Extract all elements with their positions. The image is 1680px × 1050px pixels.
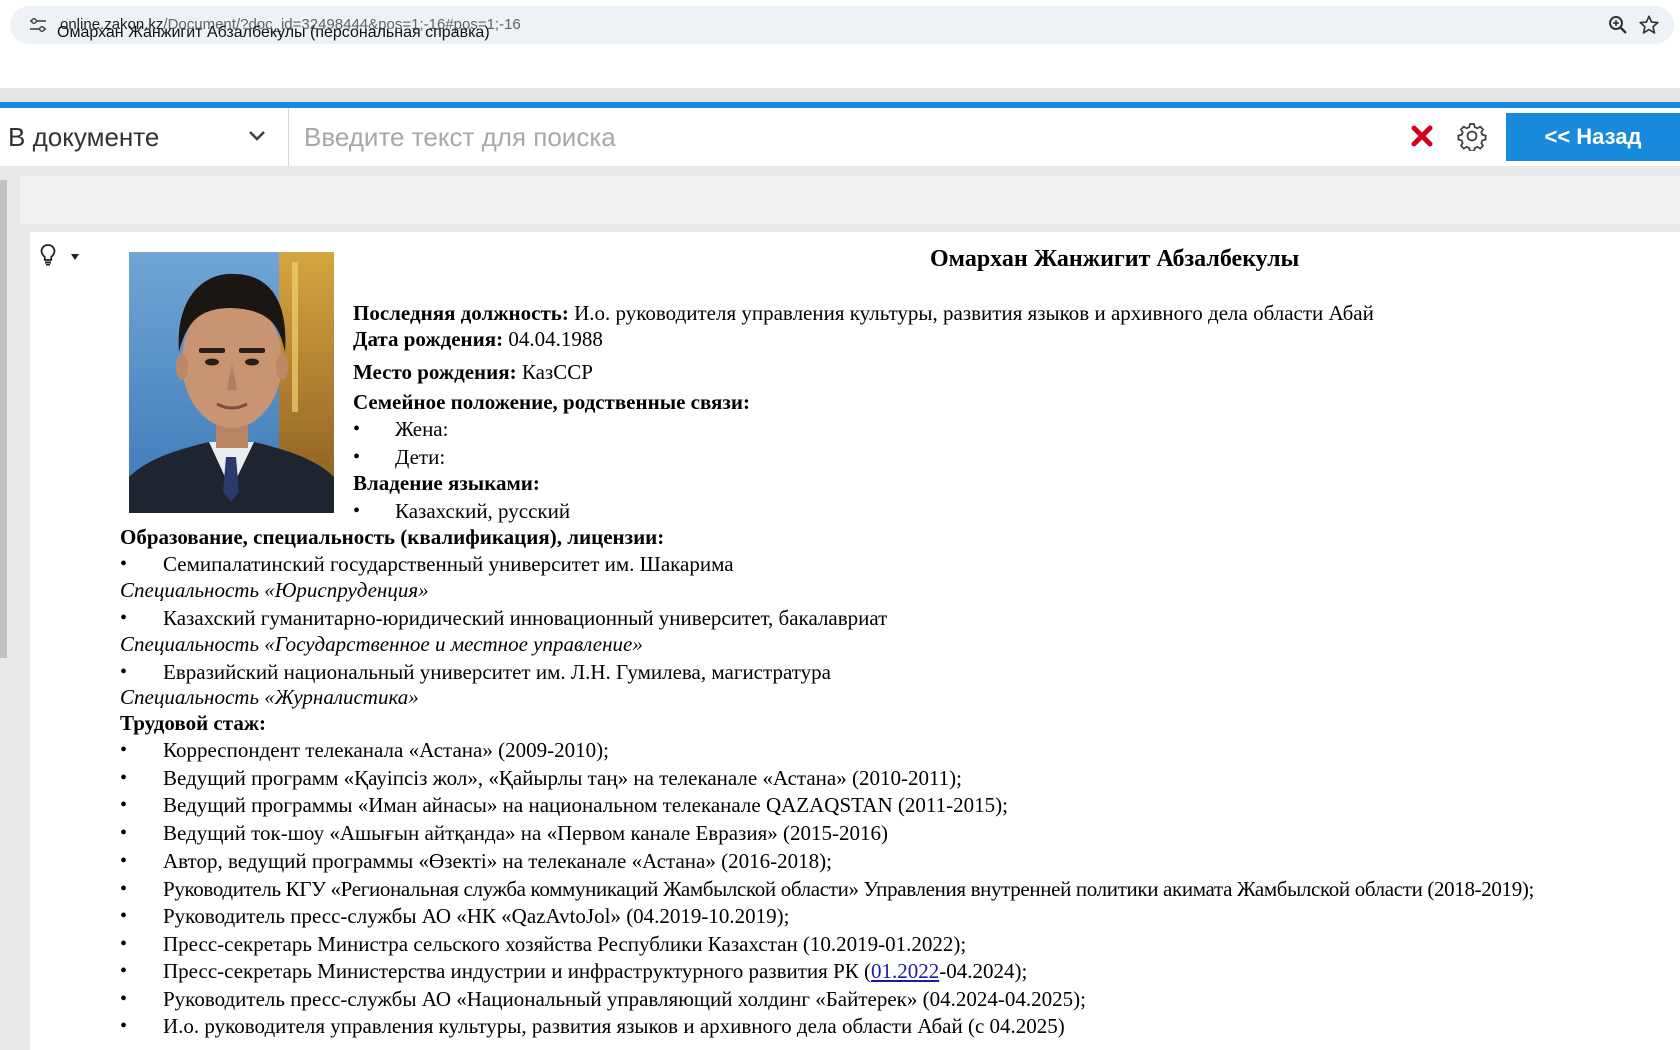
experience-text: Пресс-секретарь Министерства индустрии и… — [163, 959, 872, 983]
search-scope-label: В документе — [8, 122, 160, 152]
education-institution: Казахский гуманитарно-юридический иннова… — [163, 606, 888, 630]
bullet: • — [120, 553, 128, 575]
experience-item: Руководитель пресс-службы АО «НК «QazAvt… — [163, 904, 790, 928]
birth-place-label: Место рождения: — [353, 360, 517, 384]
bullet: • — [353, 446, 361, 468]
education-specialty: Специальность «Журналистика» — [120, 685, 419, 709]
bullet: • — [353, 418, 361, 440]
bullet: • — [120, 739, 128, 761]
search-toolbar: В документе << Назад — [0, 108, 1680, 166]
gear-icon[interactable] — [1457, 121, 1487, 151]
person-name: Омархан Жанжигит Абзалбекулы — [930, 246, 1300, 272]
education-specialty: Специальность «Юриспруденция» — [120, 578, 429, 602]
education-label: Образование, специальность (квалификация… — [120, 525, 665, 549]
experience-label: Трудовой стаж: — [120, 711, 267, 735]
languages-item: Казахский, русский — [395, 499, 571, 523]
chevron-down-icon — [249, 131, 265, 141]
search-scope-dropdown[interactable]: В документе — [0, 108, 289, 166]
experience-item: Ведущий программы «Иман айнасы» на нацио… — [163, 793, 1008, 817]
document-link[interactable]: 01.2022 — [871, 959, 939, 983]
family-item-wife: Жена: — [395, 417, 449, 441]
experience-item: Руководитель КГУ «Региональная служба ко… — [163, 877, 1534, 901]
site-info-icon[interactable] — [28, 16, 48, 34]
experience-item: Ведущий ток-шоу «Ашығын айтқанда» на «Пе… — [163, 821, 888, 845]
bullet: • — [120, 1015, 128, 1037]
bullet: • — [120, 933, 128, 955]
browser-toolbar: online.zakon.kz/Document/?doc_id=3249844… — [0, 0, 1680, 86]
birth-date-label: Дата рождения: — [353, 327, 504, 351]
bullet: • — [353, 500, 361, 522]
bullet: • — [120, 794, 128, 816]
last-position-value: И.о. руководителя управления культуры, р… — [568, 301, 1374, 325]
bullet: • — [120, 767, 128, 789]
birth-place-value: КазССР — [516, 360, 593, 384]
bullet: • — [120, 960, 128, 982]
last-position-label: Последняя должность: — [353, 301, 569, 325]
birth-date-row: Дата рождения: 04.04.1988 — [353, 326, 603, 352]
lightbulb-icon[interactable] — [40, 244, 56, 266]
zoom-icon[interactable] — [1608, 15, 1628, 35]
close-icon[interactable] — [1410, 124, 1434, 148]
experience-item: Руководитель пресс-службы АО «Национальн… — [163, 987, 1086, 1011]
experience-text: -04.2024); — [939, 959, 1028, 983]
document-header — [20, 176, 1680, 224]
bullet: • — [120, 607, 128, 629]
family-item-children: Дети: — [395, 445, 446, 469]
bullet: • — [120, 661, 128, 683]
search-input[interactable] — [302, 114, 1406, 160]
back-button[interactable]: << Назад — [1506, 113, 1680, 161]
birth-place-row: Место рождения: КазССР — [353, 359, 593, 385]
experience-item: И.о. руководителя управления культуры, р… — [163, 1014, 1065, 1038]
experience-item: Ведущий программ «Қауіпсіз жол», «Қайырл… — [163, 766, 963, 790]
experience-item: Пресс-секретарь Министерства индустрии и… — [163, 958, 1027, 984]
education-institution: Семипалатинский государственный универси… — [163, 552, 734, 576]
toolbar-separator — [0, 88, 1680, 102]
scrollbar[interactable] — [0, 180, 7, 658]
caret-down-icon[interactable] — [71, 254, 79, 260]
family-label: Семейное положение, родственные связи: — [353, 390, 750, 414]
last-position-row: Последняя должность: И.о. руководителя у… — [353, 300, 1374, 326]
languages-label: Владение языками: — [353, 471, 540, 495]
bullet: • — [120, 988, 128, 1010]
person-photo — [129, 252, 334, 513]
document-caption: Омархан Жанжигит Абзалбекулы (персональн… — [57, 24, 490, 41]
experience-item: Корреспондент телеканала «Астана» (2009-… — [163, 738, 609, 762]
bullet: • — [120, 905, 128, 927]
education-institution: Евразийский национальный университет им.… — [163, 660, 831, 684]
birth-date-value: 04.04.1988 — [503, 327, 603, 351]
experience-item: Пресс-секретарь Министра сельского хозяй… — [163, 932, 967, 956]
bullet: • — [120, 878, 128, 900]
bullet: • — [120, 822, 128, 844]
star-icon[interactable] — [1638, 14, 1660, 36]
experience-item: Автор, ведущий программы «Өзекті» на тел… — [163, 849, 832, 873]
bullet: • — [120, 850, 128, 872]
education-specialty: Специальность «Государственное и местное… — [120, 632, 643, 656]
